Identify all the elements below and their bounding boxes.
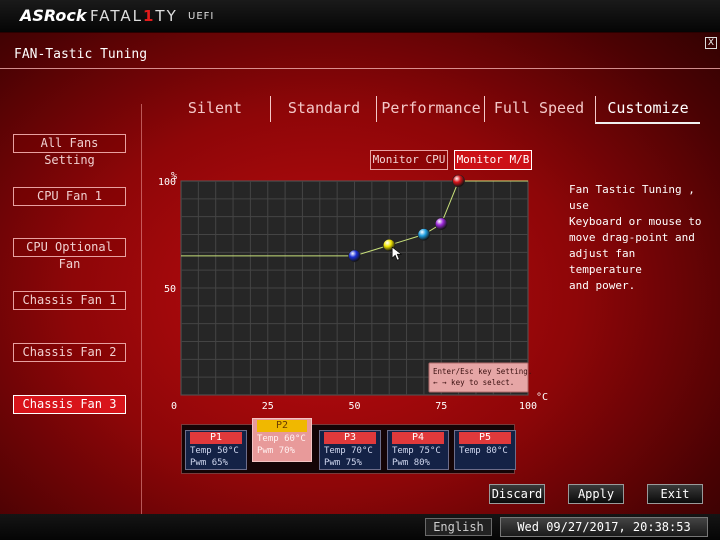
language-button[interactable]: English [425, 518, 492, 536]
point-temp: Temp 80°C [459, 445, 515, 457]
y-tick-label: 50 [164, 284, 176, 295]
point-panel: P1 Temp 50°C Pwm 65% P2 Temp 60°C Pwm 70% P3 Te… [181, 418, 516, 474]
point-temp: Temp 70°C [324, 445, 380, 457]
point-pwm-label: Pwm [392, 458, 409, 468]
tab-customize[interactable]: Customize [595, 96, 700, 124]
point-temp-value: 50°C [217, 446, 239, 456]
page-title: FAN-Tastic Tuning [14, 47, 148, 62]
point-pwm: Pwm 70% [257, 445, 311, 457]
x-tick-label: 25 [262, 401, 274, 412]
point-pwm-value: 70% [278, 446, 295, 456]
sidebar-item-chassis-fan-1[interactable]: Chassis Fan 1 [13, 291, 126, 310]
point-pwm-label: Pwm [257, 446, 274, 456]
point-box-p4[interactable]: P4 Temp 75°C Pwm 80% [387, 430, 449, 470]
drag-point-p3[interactable] [417, 228, 431, 241]
tab-silent[interactable]: Silent [160, 96, 270, 122]
drag-point-p4[interactable] [434, 217, 448, 231]
exit-button[interactable]: Exit [647, 484, 703, 504]
point-pwm: Pwm 65% [190, 457, 246, 469]
sidebar-item-cpu-optional-fan[interactable]: CPU Optional Fan [13, 238, 126, 271]
point-temp: Temp 60°C [257, 433, 311, 445]
brand-logo: ASRock [20, 6, 87, 25]
drag-point-p1[interactable] [348, 249, 361, 263]
tab-performance[interactable]: Performance [376, 96, 485, 122]
point-temp-label: Temp [324, 446, 346, 456]
discard-button[interactable]: Discard [489, 484, 545, 504]
sidebar-item-chassis-fan-3[interactable]: Chassis Fan 3 [13, 395, 126, 414]
point-pwm-value: 80% [413, 458, 430, 468]
help-text: Fan Tastic Tuning , use Keyboard or mous… [569, 182, 709, 294]
point-pwm: Pwm 80% [392, 457, 448, 469]
sidebar-item-chassis-fan-2[interactable]: Chassis Fan 2 [13, 343, 126, 362]
help-line: move drag-point and [569, 231, 695, 244]
point-temp: Temp 50°C [190, 445, 246, 457]
close-button[interactable]: X [705, 37, 717, 49]
x-tick-label: 100 [519, 401, 537, 412]
point-temp-label: Temp [459, 446, 481, 456]
x-tick-label: 75 [435, 401, 447, 412]
tooltip-line: Enter/Esc key Setting. [433, 367, 532, 376]
uefi-label: UEFI [188, 11, 215, 22]
x-tick-label: 0 [171, 401, 177, 412]
point-temp-label: Temp [190, 446, 212, 456]
point-pwm-label: Pwm [190, 458, 207, 468]
sidebar-divider [141, 104, 142, 514]
apply-button[interactable]: Apply [568, 484, 624, 504]
help-line: and power. [569, 279, 636, 292]
drag-point-p5[interactable] [452, 174, 465, 188]
x-axis-label: °C [536, 392, 548, 403]
point-box-title: P1 [190, 432, 242, 444]
point-box-title: P3 [324, 432, 376, 444]
datetime-display: Wed 09/27/2017, 20:38:53 [500, 517, 708, 537]
point-pwm-value: 75% [345, 458, 362, 468]
y-tick-label: 100 [158, 177, 176, 188]
help-line: Keyboard or mouse to [569, 215, 702, 228]
point-box-p5[interactable]: P5 Temp 80°C [454, 430, 516, 470]
title-divider [0, 68, 720, 69]
fan-curve-chart[interactable]: %°C501000 25 50 75 100Enter/Esc key Setting.… [150, 166, 560, 416]
sidebar-item-all-fans[interactable]: All Fans Setting [13, 134, 126, 167]
point-temp-label: Temp [257, 434, 279, 444]
tab-full-speed[interactable]: Full Speed [484, 96, 593, 122]
point-pwm: Pwm 75% [324, 457, 380, 469]
point-pwm-value: 65% [211, 458, 228, 468]
point-temp-value: 60°C [284, 434, 306, 444]
point-box-title: P5 [459, 432, 511, 444]
product-logo: FATAL1TY [90, 7, 178, 25]
top-bar: ASRock FATAL1TY UEFI [0, 0, 720, 33]
point-pwm-label: Pwm [324, 458, 341, 468]
point-temp-value: 75°C [419, 446, 441, 456]
point-temp-value: 80°C [486, 446, 508, 456]
point-box-p1[interactable]: P1 Temp 50°C Pwm 65% [185, 430, 247, 470]
sidebar-item-cpu-fan-1[interactable]: CPU Fan 1 [13, 187, 126, 206]
point-temp: Temp 75°C [392, 445, 448, 457]
tooltip-line: ← → key to select. [433, 378, 514, 387]
x-tick-label: 50 [348, 401, 360, 412]
point-box-title: P2 [257, 420, 307, 432]
point-temp-value: 70°C [351, 446, 373, 456]
point-box-title: P4 [392, 432, 444, 444]
tab-standard[interactable]: Standard [270, 96, 377, 122]
point-temp-label: Temp [392, 446, 414, 456]
help-line: Fan Tastic Tuning , use [569, 183, 695, 212]
point-box-p3[interactable]: P3 Temp 70°C Pwm 75% [319, 430, 381, 470]
help-line: adjust fan temperature [569, 247, 642, 276]
point-box-p2[interactable]: P2 Temp 60°C Pwm 70% [252, 418, 312, 462]
